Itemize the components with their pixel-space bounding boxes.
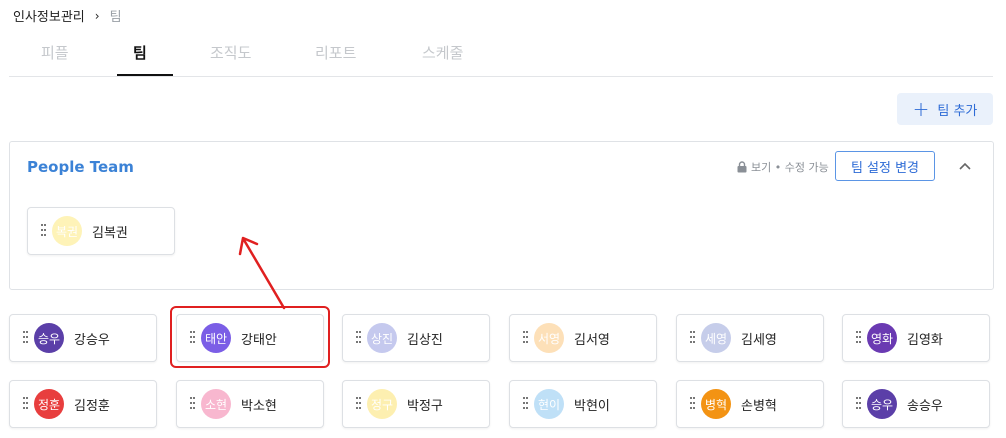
member-card[interactable]: 정구 박정구 [342, 380, 490, 428]
drag-handle-icon[interactable] [523, 331, 529, 345]
drag-handle-icon[interactable] [356, 397, 362, 411]
plus-icon: + [912, 97, 930, 121]
team-name: People Team [27, 158, 134, 176]
member-card[interactable]: 소현 박소현 [176, 380, 324, 428]
avatar: 영화 [867, 323, 897, 353]
add-team-label: 팀 추가 [937, 103, 978, 119]
tab-team[interactable]: 팀 [133, 42, 147, 63]
avatar: 병혁 [701, 389, 731, 419]
member-name: 박현이 [574, 398, 610, 414]
member-card[interactable]: 승우 강승우 [9, 314, 157, 362]
drag-handle-icon[interactable] [856, 397, 862, 411]
avatar: 복권 [52, 216, 82, 246]
member-card[interactable]: 승우 송승우 [842, 380, 990, 428]
add-team-button[interactable]: + 팀 추가 [897, 93, 993, 125]
tab-people[interactable]: 피플 [41, 42, 69, 63]
breadcrumb-separator-icon: › [94, 8, 100, 23]
member-card[interactable]: 서영 김서영 [509, 314, 657, 362]
avatar: 서영 [534, 323, 564, 353]
chevron-up-icon[interactable] [956, 158, 974, 176]
member-name: 김영화 [907, 332, 943, 348]
breadcrumb-current: 팀 [109, 10, 122, 25]
breadcrumb-root[interactable]: 인사정보관리 [13, 6, 85, 25]
member-name: 김서영 [574, 332, 610, 348]
avatar: 정훈 [34, 389, 64, 419]
drag-handle-icon[interactable] [856, 331, 862, 345]
drag-handle-icon[interactable] [690, 397, 696, 411]
tab-report[interactable]: 리포트 [315, 42, 356, 63]
avatar: 소현 [201, 389, 231, 419]
member-card[interactable]: 병혁 손병혁 [676, 380, 824, 428]
team-member-card[interactable]: 복권 김복권 [27, 207, 175, 255]
tab-schedule[interactable]: 스케줄 [422, 42, 463, 63]
drag-handle-icon[interactable] [190, 397, 196, 411]
avatar: 세영 [701, 323, 731, 353]
active-tab-indicator [117, 74, 173, 76]
team-settings-button[interactable]: 팀 설정 변경 [835, 151, 935, 181]
team-panel: People Team 보기 • 수정 가능 팀 설정 변경 복권 김복권 [9, 141, 994, 290]
avatar: 승우 [34, 323, 64, 353]
drag-handle-icon[interactable] [690, 331, 696, 345]
permission-info: 보기 • 수정 가능 [736, 159, 829, 175]
tab-bar: 피플 팀 조직도 리포트 스케줄 [9, 30, 993, 77]
breadcrumb: 인사정보관리 › 팀 [13, 6, 122, 26]
avatar: 현이 [534, 389, 564, 419]
arrow-icon [238, 236, 286, 310]
member-card[interactable]: 세영 김세영 [676, 314, 824, 362]
member-name: 박정구 [407, 398, 443, 414]
drag-handle-icon[interactable] [23, 331, 29, 345]
permission-text: 보기 • 수정 가능 [751, 161, 829, 174]
member-name: 박소현 [241, 398, 277, 414]
drag-handle-icon[interactable] [23, 397, 29, 411]
avatar: 정구 [367, 389, 397, 419]
member-name: 김세영 [741, 332, 777, 348]
member-card[interactable]: 영화 김영화 [842, 314, 990, 362]
member-name: 김정훈 [74, 398, 110, 414]
member-name: 김상진 [407, 332, 443, 348]
drag-handle-icon[interactable] [523, 397, 529, 411]
lock-icon [737, 161, 747, 173]
member-card[interactable]: 현이 박현이 [509, 380, 657, 428]
member-card[interactable]: 정훈 김정훈 [9, 380, 157, 428]
member-name: 김복권 [92, 225, 128, 241]
avatar: 상진 [367, 323, 397, 353]
drag-handle-icon[interactable] [41, 224, 47, 238]
avatar: 승우 [867, 389, 897, 419]
tab-org-chart[interactable]: 조직도 [210, 42, 251, 63]
member-name: 송승우 [907, 398, 943, 414]
member-card[interactable]: 상진 김상진 [342, 314, 490, 362]
drag-handle-icon[interactable] [356, 331, 362, 345]
member-name: 손병혁 [741, 398, 777, 414]
member-name: 강승우 [74, 332, 110, 348]
